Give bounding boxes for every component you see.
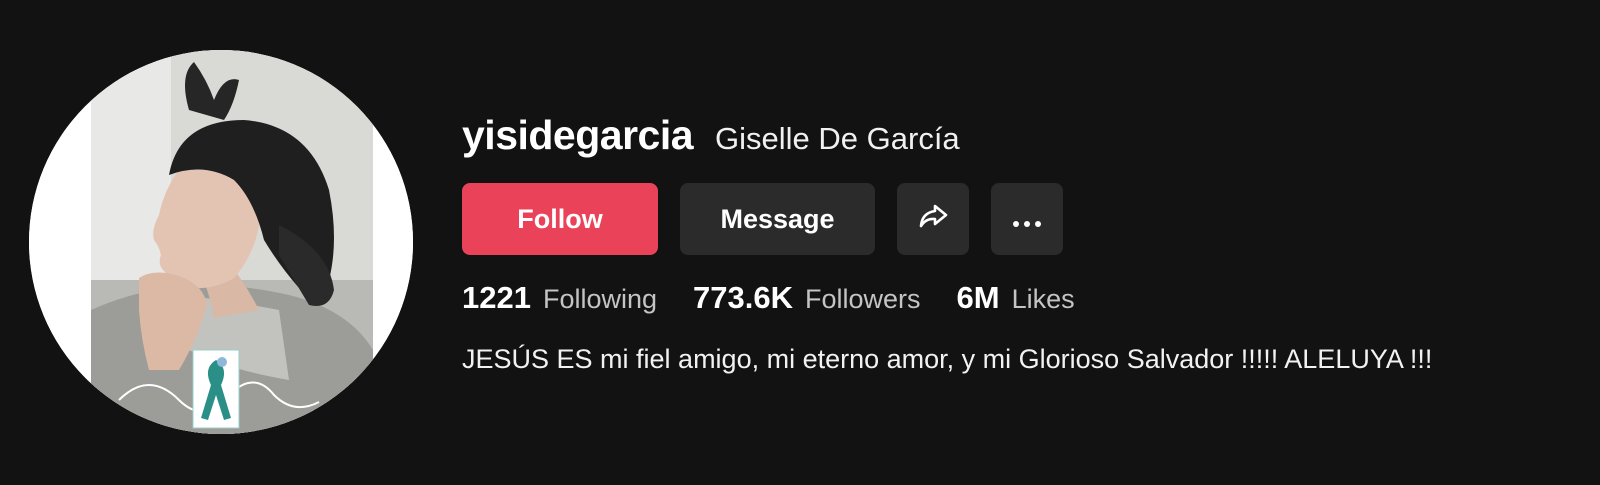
likes-stat: 6M Likes [957,280,1075,316]
avatar-image [29,50,413,434]
profile-names: yisidegarcia Giselle De García [462,112,960,159]
profile-header: yisidegarcia Giselle De García Follow Me… [0,0,1600,485]
share-button[interactable] [897,183,969,255]
awareness-ribbon-icon [192,349,240,429]
message-button[interactable]: Message [680,183,875,255]
likes-count: 6M [956,280,1000,315]
nickname: Giselle De García [715,121,960,156]
following-label: Following [542,284,658,314]
followers-count: 773.6K [693,280,793,315]
avatar[interactable] [29,50,413,434]
followers-stat[interactable]: 773.6K Followers [693,280,921,316]
following-stat[interactable]: 1221 Following [462,280,657,316]
followers-label: Followers [805,284,921,314]
username: yisidegarcia [462,112,694,158]
profile-bio: JESÚS ES mi fiel amigo, mi eterno amor, … [462,344,1433,374]
profile-actions: Follow Message [462,183,1063,255]
following-count: 1221 [462,280,531,315]
more-button[interactable] [991,183,1063,255]
share-icon [916,199,950,240]
profile-stats: 1221 Following 773.6K Followers 6M Likes [462,280,1111,316]
likes-label: Likes [1011,284,1075,314]
follow-button[interactable]: Follow [462,183,658,255]
more-icon [1012,204,1042,235]
